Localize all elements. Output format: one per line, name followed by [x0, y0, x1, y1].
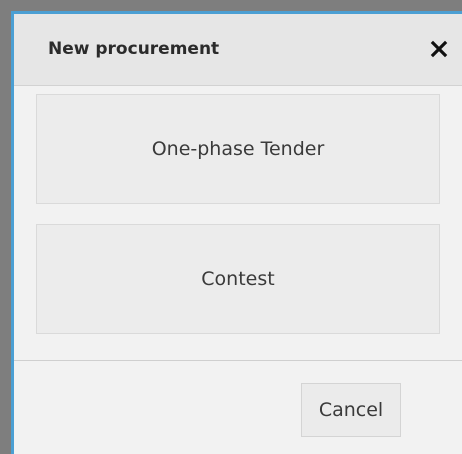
- contest-button[interactable]: Contest: [36, 224, 440, 334]
- cancel-button[interactable]: Cancel: [301, 383, 401, 437]
- close-button[interactable]: [428, 38, 450, 60]
- new-procurement-dialog: New procurement One-phase Tender Contest…: [11, 11, 462, 454]
- close-icon: [430, 40, 448, 58]
- dialog-title: New procurement: [48, 39, 220, 59]
- dialog-header: New procurement: [14, 14, 462, 86]
- dialog-footer: Cancel: [14, 360, 462, 454]
- one-phase-tender-button[interactable]: One-phase Tender: [36, 94, 440, 204]
- dialog-body: One-phase Tender Contest: [14, 86, 462, 361]
